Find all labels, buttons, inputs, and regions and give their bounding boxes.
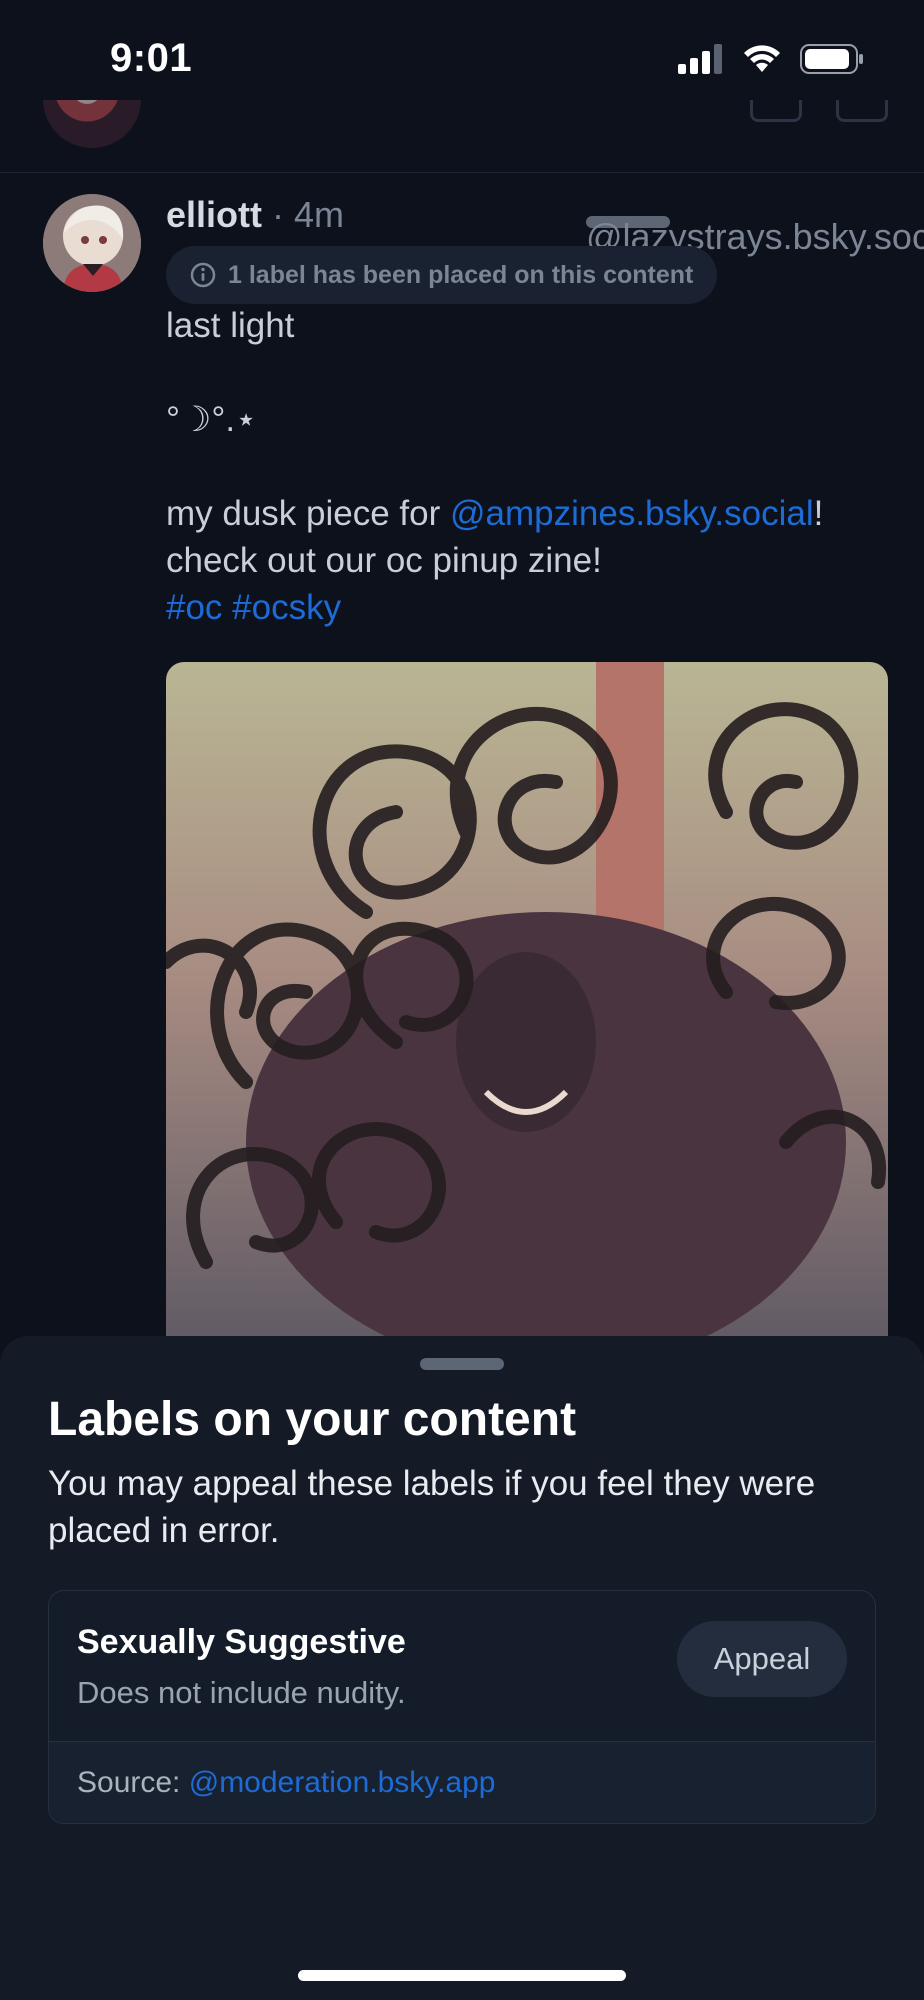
hashtag-link[interactable]: #ocsky	[232, 588, 341, 627]
post-timestamp[interactable]: 4m	[294, 194, 344, 235]
status-bar: 9:01	[0, 0, 924, 110]
status-time: 9:01	[110, 36, 193, 80]
previous-post-stub[interactable]	[0, 100, 924, 173]
action-icon[interactable]	[836, 100, 888, 122]
post-image[interactable]	[166, 662, 888, 1362]
separator: ·	[272, 194, 285, 235]
status-icons	[678, 44, 864, 74]
wifi-icon	[744, 45, 780, 72]
post-line: my dusk piece for @ampzines.bsky.social!	[166, 494, 824, 533]
post-line: #oc #ocsky	[166, 584, 886, 631]
label-card: Sexually Suggestive Does not include nud…	[48, 1590, 876, 1824]
label-source: Source: @moderation.bsky.app	[49, 1741, 875, 1823]
cellular-signal-icon	[678, 44, 722, 74]
battery-icon	[800, 44, 863, 74]
post-line: check out our oc pinup zine!	[166, 541, 602, 580]
mention-link[interactable]: @ampzines.bsky.social	[450, 494, 814, 533]
avatar[interactable]	[43, 194, 141, 292]
info-icon	[190, 262, 216, 288]
label-notice-text: 1 label has been placed on this content	[228, 260, 694, 289]
hashtag-link[interactable]: #oc	[166, 588, 222, 627]
post-author[interactable]: elliott @lazystrays.bsky.social · 4m	[166, 194, 924, 257]
labels-bottom-sheet: Labels on your content You may appeal th…	[0, 1336, 924, 2000]
avatar[interactable]	[43, 100, 141, 148]
label-name: Sexually Suggestive	[77, 1623, 406, 1661]
author-name[interactable]: elliott	[166, 194, 262, 235]
source-prefix: Source:	[77, 1765, 189, 1799]
post-line: last light	[166, 306, 295, 345]
sheet-subtitle: You may appeal these labels if you feel …	[48, 1464, 816, 1550]
appeal-button[interactable]: Appeal	[677, 1621, 847, 1697]
post-text: last light °☽°.⋆ my dusk piece for @ampz…	[166, 302, 886, 631]
action-icon[interactable]	[750, 100, 802, 122]
home-indicator[interactable]	[298, 1970, 626, 1981]
label-notice-pill[interactable]: 1 label has been placed on this content	[166, 246, 718, 304]
label-description: Does not include nudity.	[77, 1675, 406, 1710]
post-line: °☽°.⋆	[166, 400, 258, 439]
sheet-drag-handle[interactable]	[420, 1358, 504, 1370]
source-link[interactable]: @moderation.bsky.app	[189, 1766, 496, 1800]
sheet-title: Labels on your content	[48, 1393, 577, 1446]
author-handle[interactable]: @lazystrays.bsky.social	[586, 216, 924, 257]
